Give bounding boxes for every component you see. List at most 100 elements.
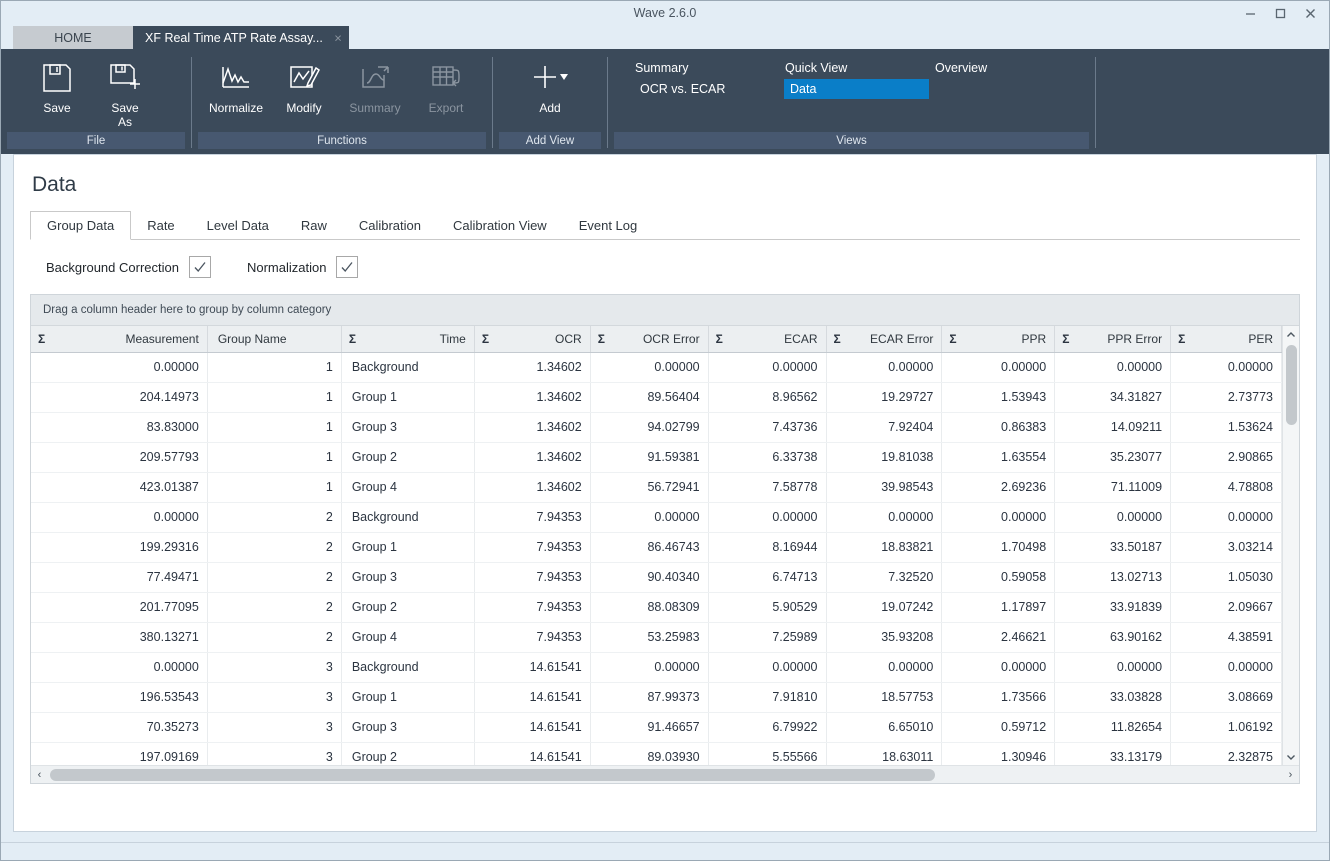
tab-document[interactable]: XF Real Time ATP Rate Assay... × xyxy=(133,26,349,49)
column-header-measurement[interactable]: ΣMeasurement xyxy=(31,326,207,352)
cell-ocr: 91.46657 xyxy=(590,712,708,742)
column-header-time[interactable]: ΣTime xyxy=(341,326,474,352)
cell-time: 7.94353 xyxy=(474,562,590,592)
cell-measurement: 1 xyxy=(207,352,341,382)
scroll-left-icon[interactable]: ‹ xyxy=(31,769,48,781)
summary-button[interactable]: Summary xyxy=(338,57,412,115)
table-row[interactable]: 197.091693Group 214.6154189.039305.55566… xyxy=(31,742,1282,765)
horizontal-scroll-thumb[interactable] xyxy=(50,769,935,781)
save-button[interactable]: Save xyxy=(23,57,91,115)
sigma-icon[interactable]: Σ xyxy=(349,332,356,346)
column-header-ppr[interactable]: ΣPPR xyxy=(942,326,1055,352)
vertical-scrollbar[interactable] xyxy=(1282,326,1299,765)
table-row[interactable]: 0.000003Background14.615410.000000.00000… xyxy=(31,652,1282,682)
sigma-icon[interactable]: Σ xyxy=(1178,332,1185,346)
background-correction-option[interactable]: Background Correction xyxy=(46,256,211,278)
ribbon-group-file: Save SaveAs File xyxy=(1,49,191,154)
minimize-icon[interactable] xyxy=(1235,3,1265,25)
add-view-button[interactable]: Add xyxy=(516,57,584,115)
cell-ecar_error: 1.63554 xyxy=(942,442,1055,472)
cell-ecar_error: 0.59058 xyxy=(942,562,1055,592)
column-header-ecar[interactable]: ΣECAR xyxy=(708,326,826,352)
normalization-checkbox[interactable] xyxy=(336,256,358,278)
table-row[interactable]: 0.000001Background1.346020.000000.000000… xyxy=(31,352,1282,382)
table-row[interactable]: 83.830001Group 31.3460294.027997.437367.… xyxy=(31,412,1282,442)
tab-group-data[interactable]: Group Data xyxy=(30,211,131,240)
cell-ecar_error: 2.69236 xyxy=(942,472,1055,502)
background-correction-label: Background Correction xyxy=(46,260,179,275)
tab-calibration-view[interactable]: Calibration View xyxy=(437,211,563,239)
cell-group_name: Group 4 xyxy=(341,622,474,652)
table-row[interactable]: 70.352733Group 314.6154191.466576.799226… xyxy=(31,712,1282,742)
sigma-icon[interactable]: Σ xyxy=(949,332,956,346)
cell-per: 423.01387 xyxy=(31,472,207,502)
normalize-button[interactable]: Normalize xyxy=(202,57,270,115)
cell-measurement: 1 xyxy=(207,442,341,472)
scroll-down-icon[interactable] xyxy=(1283,748,1300,765)
column-header-ocr[interactable]: ΣOCR xyxy=(474,326,590,352)
tab-event-log[interactable]: Event Log xyxy=(563,211,654,239)
cell-ocr_error: 6.74713 xyxy=(708,562,826,592)
sigma-icon[interactable]: Σ xyxy=(1062,332,1069,346)
table-row[interactable]: 77.494712Group 37.9435390.403406.747137.… xyxy=(31,562,1282,592)
tab-calibration[interactable]: Calibration xyxy=(343,211,437,239)
column-header-ecar-error[interactable]: ΣECAR Error xyxy=(826,326,942,352)
table-row[interactable]: 423.013871Group 41.3460256.729417.587783… xyxy=(31,472,1282,502)
sigma-icon[interactable]: Σ xyxy=(482,332,489,346)
table-row[interactable]: 209.577931Group 21.3460291.593816.337381… xyxy=(31,442,1282,472)
sigma-icon[interactable]: Σ xyxy=(598,332,605,346)
tab-level-data[interactable]: Level Data xyxy=(191,211,285,239)
column-header-ocr-error[interactable]: ΣOCR Error xyxy=(590,326,708,352)
column-label-group-name: Group Name xyxy=(218,332,287,346)
horizontal-scroll-track[interactable] xyxy=(48,766,1282,784)
table-row[interactable]: 380.132712Group 47.9435353.259837.259893… xyxy=(31,622,1282,652)
cell-per: 199.29316 xyxy=(31,532,207,562)
table-row[interactable]: 204.149731Group 11.3460289.564048.965621… xyxy=(31,382,1282,412)
tab-home[interactable]: HOME xyxy=(13,26,133,49)
ribbon: Save SaveAs File xyxy=(1,49,1329,154)
sigma-icon[interactable]: Σ xyxy=(834,332,841,346)
cell-measurement: 1 xyxy=(207,382,341,412)
sigma-icon[interactable]: Σ xyxy=(716,332,723,346)
close-icon[interactable] xyxy=(1295,3,1325,25)
modify-button[interactable]: Modify xyxy=(270,57,338,115)
table-row[interactable]: 199.293162Group 17.9435386.467438.169441… xyxy=(31,532,1282,562)
maximize-icon[interactable] xyxy=(1265,3,1295,25)
vertical-scroll-thumb[interactable] xyxy=(1286,345,1297,425)
cell-ocr_error: 7.91810 xyxy=(708,682,826,712)
normalization-option[interactable]: Normalization xyxy=(247,256,358,278)
scroll-up-icon[interactable] xyxy=(1283,326,1300,343)
column-header-group-name[interactable]: Group Name xyxy=(207,326,341,352)
cell-per: 209.57793 xyxy=(31,442,207,472)
cell-ppr_error: 4.78808 xyxy=(1171,472,1282,502)
sigma-icon[interactable]: Σ xyxy=(38,332,45,346)
cell-group_name: Background xyxy=(341,352,474,382)
tab-close-icon[interactable]: × xyxy=(334,31,342,44)
table-row[interactable]: 196.535433Group 114.6154187.993737.91810… xyxy=(31,682,1282,712)
group-by-panel[interactable]: Drag a column header here to group by co… xyxy=(31,295,1299,326)
horizontal-scrollbar[interactable]: ‹ › xyxy=(31,765,1299,783)
export-button[interactable]: Export xyxy=(412,57,480,115)
views-item-data[interactable]: Data xyxy=(784,79,929,99)
cell-time: 14.61541 xyxy=(474,682,590,712)
summary-icon xyxy=(358,57,392,99)
table-row[interactable]: 0.000002Background7.943530.000000.000000… xyxy=(31,502,1282,532)
table-row[interactable]: 201.770952Group 27.9435388.083095.905291… xyxy=(31,592,1282,622)
ribbon-group-views: Summary OCR vs. ECAR Quick View Data Ove… xyxy=(608,49,1095,154)
vertical-scroll-track[interactable] xyxy=(1283,343,1300,748)
column-header-per[interactable]: ΣPER xyxy=(1171,326,1282,352)
tab-document-label: XF Real Time ATP Rate Assay... xyxy=(145,31,323,45)
cell-group_name: Group 3 xyxy=(341,712,474,742)
scroll-right-icon[interactable]: › xyxy=(1282,769,1299,781)
cell-group_name: Background xyxy=(341,502,474,532)
save-as-button[interactable]: SaveAs xyxy=(91,57,159,129)
views-item-ocr-vs-ecar[interactable]: OCR vs. ECAR xyxy=(634,79,779,99)
export-label: Export xyxy=(429,101,464,115)
tab-raw[interactable]: Raw xyxy=(285,211,343,239)
column-header-ppr-error[interactable]: ΣPPR Error xyxy=(1055,326,1171,352)
background-correction-checkbox[interactable] xyxy=(189,256,211,278)
ribbon-group-add-view: Add Add View xyxy=(493,49,607,154)
cell-group_name: Group 3 xyxy=(341,412,474,442)
tab-rate[interactable]: Rate xyxy=(131,211,190,239)
cell-ppr: 13.02713 xyxy=(1055,562,1171,592)
